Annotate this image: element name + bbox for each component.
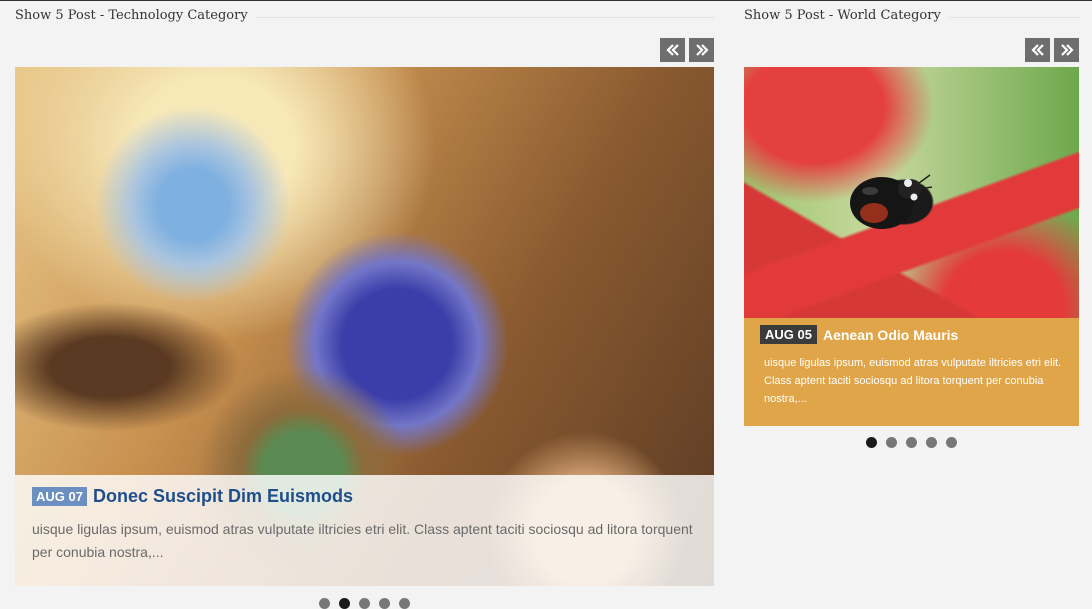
pager-dot-3[interactable] xyxy=(906,437,917,448)
pager-dot-4[interactable] xyxy=(926,437,937,448)
featured-slide[interactable]: AUG 05 Aenean Odio Mauris uisque ligulas… xyxy=(744,67,1079,426)
post-date-badge: AUG 07 xyxy=(32,487,87,506)
post-caption: AUG 05 Aenean Odio Mauris uisque ligulas… xyxy=(744,318,1079,426)
pager-dot-2[interactable] xyxy=(339,598,350,609)
pager-dot-5[interactable] xyxy=(399,598,410,609)
slider-pagination xyxy=(866,437,957,448)
ladybug-illustration xyxy=(850,174,933,229)
pager-dot-5[interactable] xyxy=(946,437,957,448)
prev-slide-button[interactable] xyxy=(1025,38,1050,62)
technology-widget: Show 5 Post - Technology Category AUG 07… xyxy=(15,1,714,609)
double-chevron-right-icon xyxy=(1060,44,1074,56)
widget-title: Show 5 Post - World Category xyxy=(744,8,949,23)
double-chevron-left-icon xyxy=(665,44,679,56)
widget-header: Show 5 Post - World Category xyxy=(744,1,1079,33)
post-title-link[interactable]: Aenean Odio Mauris xyxy=(823,327,958,343)
post-heading: AUG 05 Aenean Odio Mauris xyxy=(760,325,1063,344)
post-image-ladybug[interactable] xyxy=(744,67,1079,318)
pager-dot-4[interactable] xyxy=(379,598,390,609)
next-slide-button[interactable] xyxy=(1054,38,1079,62)
post-excerpt: uisque ligulas ipsum, euismod atras vulp… xyxy=(32,521,693,560)
slider-pagination xyxy=(319,598,410,609)
slider-nav xyxy=(1025,38,1079,62)
next-slide-button[interactable] xyxy=(689,38,714,62)
post-heading: AUG 07 Donec Suscipit Dim Euismods xyxy=(32,486,694,507)
post-title-link[interactable]: Donec Suscipit Dim Euismods xyxy=(93,486,353,507)
world-widget: Show 5 Post - World Category AUG 05 Aene… xyxy=(744,1,1079,448)
pager-dot-1[interactable] xyxy=(866,437,877,448)
post-excerpt: uisque ligulas ipsum, euismod atras vulp… xyxy=(764,357,1062,405)
pager-dot-3[interactable] xyxy=(359,598,370,609)
pager-dot-1[interactable] xyxy=(319,598,330,609)
featured-slide[interactable]: AUG 07 Donec Suscipit Dim Euismods uisqu… xyxy=(15,67,714,586)
slider-nav xyxy=(660,38,714,62)
widget-title: Show 5 Post - Technology Category xyxy=(15,8,256,23)
prev-slide-button[interactable] xyxy=(660,38,685,62)
double-chevron-left-icon xyxy=(1030,44,1044,56)
double-chevron-right-icon xyxy=(695,44,709,56)
widget-header: Show 5 Post - Technology Category xyxy=(15,1,714,33)
post-caption: AUG 07 Donec Suscipit Dim Euismods uisqu… xyxy=(15,475,714,586)
post-date-badge: AUG 05 xyxy=(760,325,817,344)
pager-dot-2[interactable] xyxy=(886,437,897,448)
